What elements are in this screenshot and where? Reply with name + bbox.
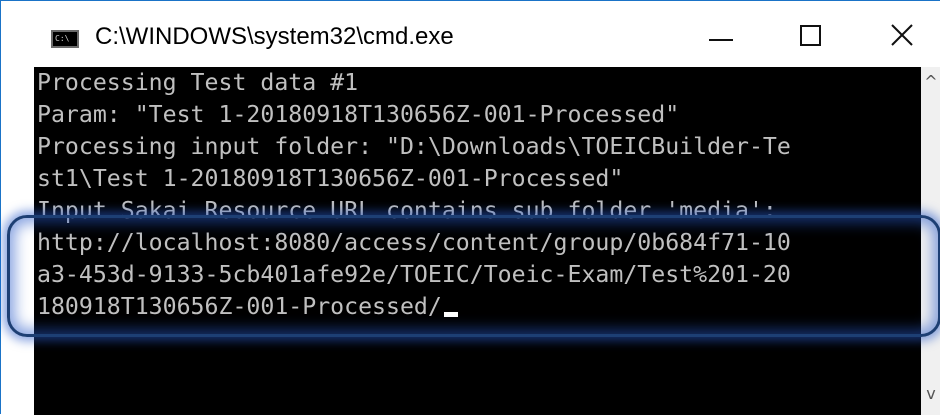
cmd-window: C:\ C:\WINDOWS\system32\cmd.exe Processi… <box>0 0 940 415</box>
maximize-icon <box>800 25 821 46</box>
scroll-up-icon[interactable]: ^ <box>923 73 939 91</box>
console-line: st1\Test 1-20180918T130656Z-001-Processe… <box>37 165 624 192</box>
window-title: C:\WINDOWS\system32\cmd.exe <box>95 23 454 50</box>
console-line: Input Sakai Resource URL contains sub fo… <box>37 197 777 224</box>
text-cursor <box>443 312 458 317</box>
console-line: Processing input folder: "D:\Downloads\T… <box>37 133 791 160</box>
console-line-text: 180918T130656Z-001-Processed/ <box>37 293 442 320</box>
console-line-current: 180918T130656Z-001-Processed/ <box>37 291 458 323</box>
close-button[interactable] <box>861 1 940 67</box>
console-output[interactable]: Processing Test data #1 Param: "Test 1-2… <box>34 67 921 415</box>
cmd-app-icon[interactable]: C:\ <box>51 30 79 48</box>
minimize-icon <box>709 39 733 41</box>
minimize-button[interactable] <box>681 1 761 67</box>
close-icon <box>891 24 913 46</box>
console-line: http://localhost:8080/access/content/gro… <box>37 229 791 256</box>
maximize-button[interactable] <box>771 1 851 67</box>
vertical-scrollbar[interactable]: ^ v <box>921 67 940 415</box>
scroll-down-icon[interactable]: v <box>923 385 939 403</box>
console-line: Param: "Test 1-20180918T130656Z-001-Proc… <box>37 101 680 128</box>
console-line: a3-453d-9133-5cb401afe92e/TOEIC/Toeic-Ex… <box>37 261 791 288</box>
title-bar[interactable]: C:\ C:\WINDOWS\system32\cmd.exe <box>1 1 940 67</box>
console-line: Processing Test data #1 <box>37 69 359 96</box>
